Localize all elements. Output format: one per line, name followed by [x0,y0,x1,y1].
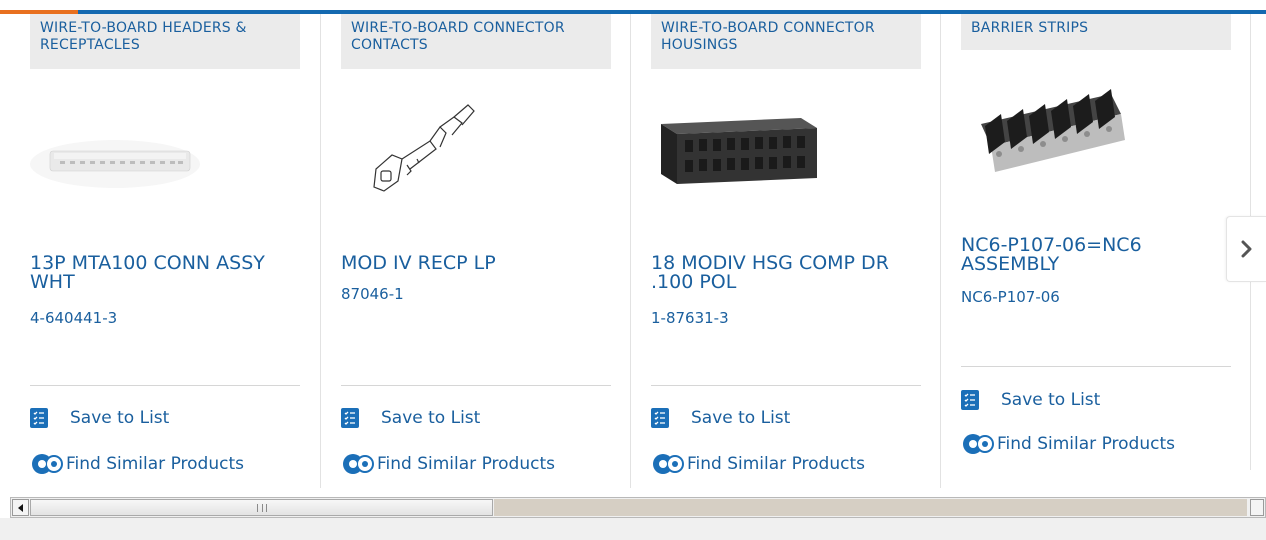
gears-icon [961,431,995,457]
checklist-icon [651,408,669,428]
divider [651,385,921,386]
part-number[interactable]: NC6-P107-06 [961,288,1060,306]
barrier-strip-block-image [981,89,1125,172]
scroll-right-button[interactable] [1250,499,1264,516]
save-to-list-button[interactable]: Save to List [30,405,169,431]
gears-icon [341,451,375,477]
find-similar-products-button[interactable]: Find Similar Products [30,451,244,477]
scrollbar-grip [257,504,267,512]
chevron-right-icon [1241,240,1251,258]
carousel-next-button[interactable] [1226,216,1266,282]
product-image[interactable] [961,84,1231,204]
product-title[interactable]: 13P MTA100 CONN ASSY WHT [30,254,300,292]
scrollbar-thumb[interactable] [30,499,493,516]
crimp-contact-drawing-image [373,104,475,192]
gears-icon [30,451,64,477]
black-connector-housing-image [661,118,817,184]
product-card: WIRE-TO-BOARD CONNECTOR CONTACTS MOD IV … [331,14,631,488]
gears-icon [651,451,685,477]
part-number[interactable]: 87046-1 [341,285,404,303]
product-image[interactable] [341,99,611,219]
save-to-list-label: Save to List [691,408,791,428]
find-similar-label: Find Similar Products [66,454,244,474]
category-label[interactable]: BARRIER STRIPS [961,14,1231,50]
category-label[interactable]: WIRE-TO-BOARD HEADERS & RECEPTACLES [30,14,300,69]
triangle-left-icon [17,503,23,512]
product-image[interactable] [651,104,921,224]
checklist-icon [341,408,359,428]
save-to-list-button[interactable]: Save to List [961,387,1100,413]
product-title[interactable]: MOD IV RECP LP [341,254,611,273]
divider [30,385,300,386]
product-card: BARRIER STRIPS NC6-P107-06=NC6 ASSEMBLY … [951,14,1251,470]
find-similar-label: Find Similar Products [377,454,555,474]
find-similar-label: Find Similar Products [687,454,865,474]
checklist-icon [30,408,48,428]
product-title[interactable]: NC6-P107-06=NC6 ASSEMBLY [961,236,1231,274]
divider [961,366,1231,367]
find-similar-products-button[interactable]: Find Similar Products [341,451,555,477]
part-number[interactable]: 4-640441-3 [30,309,117,327]
category-label[interactable]: WIRE-TO-BOARD CONNECTOR HOUSINGS [651,14,921,69]
scrollbar-track[interactable] [494,499,1247,516]
product-title[interactable]: 18 MODIV HSG COMP DR .100 POL [651,254,921,292]
product-image[interactable] [30,109,300,229]
divider [341,385,611,386]
part-number[interactable]: 1-87631-3 [651,309,729,327]
product-carousel: WIRE-TO-BOARD HEADERS & RECEPTACLES 13P … [0,14,1266,492]
checklist-icon [961,390,979,410]
scroll-left-button[interactable] [12,499,29,516]
save-to-list-label: Save to List [1001,390,1101,410]
category-label[interactable]: WIRE-TO-BOARD CONNECTOR CONTACTS [341,14,611,69]
save-to-list-label: Save to List [70,408,170,428]
product-card: WIRE-TO-BOARD CONNECTOR HOUSINGS 18 MODI… [641,14,941,488]
horizontal-scrollbar[interactable] [10,497,1266,518]
save-to-list-button[interactable]: Save to List [341,405,480,431]
find-similar-products-button[interactable]: Find Similar Products [961,431,1175,457]
white-header-connector-image [30,140,200,188]
save-to-list-button[interactable]: Save to List [651,405,790,431]
find-similar-label: Find Similar Products [997,434,1175,454]
product-card: WIRE-TO-BOARD HEADERS & RECEPTACLES 13P … [20,14,321,488]
save-to-list-label: Save to List [381,408,481,428]
find-similar-products-button[interactable]: Find Similar Products [651,451,865,477]
bottom-gutter [0,518,1266,540]
